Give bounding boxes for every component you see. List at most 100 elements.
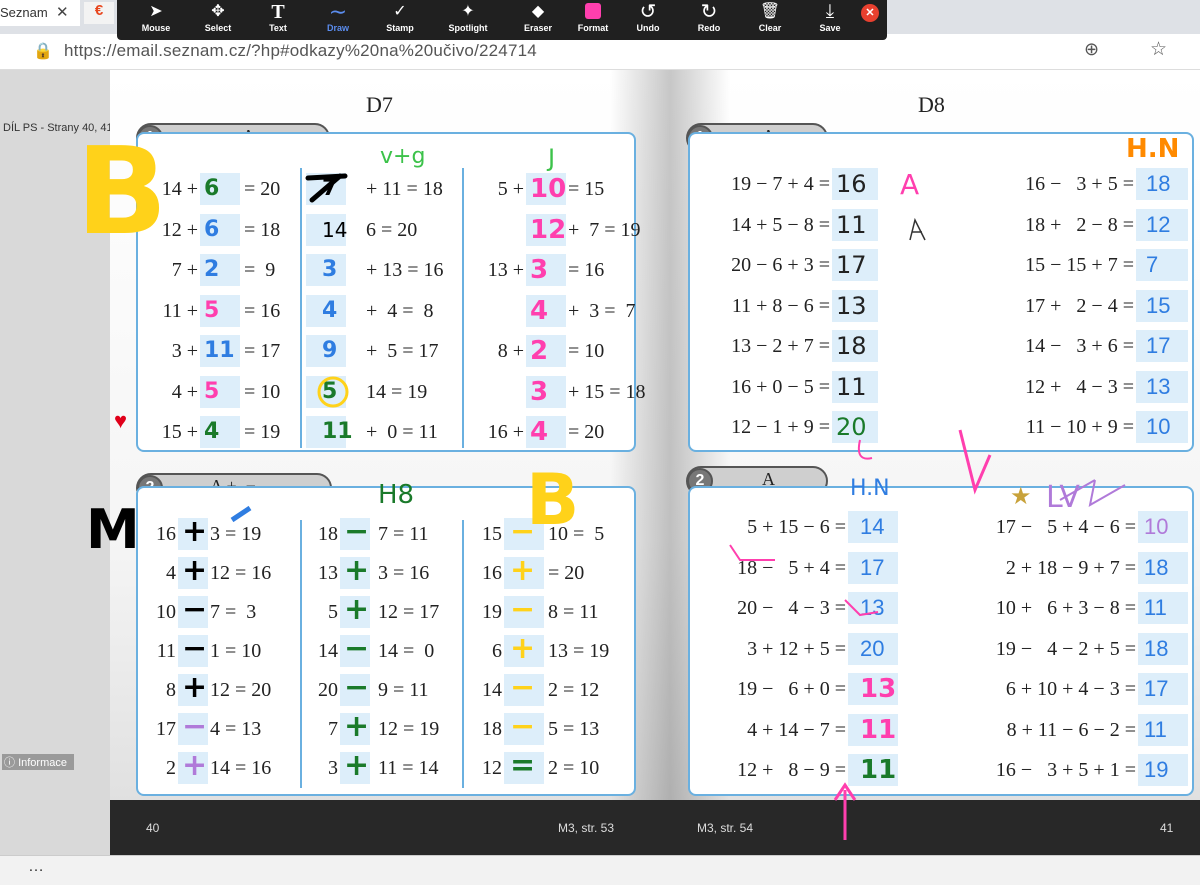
left-page-number: 40 bbox=[146, 821, 160, 835]
handwritten-sign: − bbox=[182, 631, 208, 666]
equation: 19 − 7 + 4 = bbox=[731, 173, 830, 195]
handwritten-answer: 3 bbox=[322, 257, 338, 282]
note-h-n-orange: H.N bbox=[1126, 134, 1180, 164]
equation-end: + 4 = 8 bbox=[366, 299, 434, 322]
typed-answer: 17 bbox=[1144, 676, 1169, 701]
equation: 13 − 2 + 7 = bbox=[731, 335, 830, 357]
equation-end: + 5 = 17 bbox=[366, 340, 439, 362]
equation-start: 15 bbox=[482, 523, 502, 545]
equation-start: 3 + bbox=[171, 340, 198, 362]
handwritten-answer: 2 bbox=[530, 336, 549, 366]
typed-answer: 11 bbox=[1144, 595, 1167, 620]
equation-end: = 9 bbox=[244, 259, 276, 281]
select-tool-button[interactable]: ✥ Select bbox=[187, 0, 249, 40]
left-page-heading: D7 bbox=[366, 92, 393, 117]
handwritten-answer: 3 bbox=[530, 255, 549, 285]
heart-icon: ♥ bbox=[114, 408, 128, 433]
handwritten-answer: 20 bbox=[836, 413, 867, 441]
tab-title: Seznam bbox=[0, 5, 48, 20]
save-button[interactable]: ⤓ Save bbox=[799, 0, 861, 40]
equation-end: 12 = 20 bbox=[210, 679, 272, 701]
equation-end: = 18 bbox=[244, 218, 281, 241]
stamp-tool-button[interactable]: ✓ Stamp bbox=[369, 0, 431, 40]
handwritten-sign: + bbox=[344, 592, 370, 627]
equation-end: 4 = 13 bbox=[210, 718, 262, 740]
column-divider bbox=[300, 168, 302, 448]
spotlight-tool-button[interactable]: ✦ Spotlight bbox=[437, 0, 499, 40]
big-letter-b: B bbox=[76, 123, 168, 262]
second-tab-favicon-icon[interactable]: € bbox=[84, 2, 114, 24]
right-page-reference: M3, str. 54 bbox=[697, 821, 754, 835]
equation-start: 6 bbox=[492, 640, 502, 662]
typed-answer: 15 bbox=[1146, 292, 1171, 318]
equation: 11 + 8 − 6 = bbox=[731, 294, 830, 317]
typed-answer: 13 bbox=[860, 595, 885, 620]
equation-start: 8 bbox=[166, 679, 176, 701]
cursor-icon: ➤ bbox=[149, 3, 163, 20]
equation-end: 3 = 16 bbox=[378, 562, 430, 584]
info-button[interactable]: ⓘ Informace bbox=[2, 754, 74, 770]
toolbar-close-icon[interactable]: ✕ bbox=[861, 4, 879, 22]
equation: 20 − 4 − 3 = bbox=[737, 597, 846, 619]
move-icon: ✥ bbox=[211, 3, 225, 20]
equation-end: 7 = 11 bbox=[378, 523, 429, 545]
draw-tool-button[interactable]: ∼ Draw bbox=[307, 0, 369, 40]
equation: 4 + 14 − 7 = bbox=[747, 718, 846, 741]
handwritten-answer: 6 bbox=[204, 216, 220, 242]
handwritten-answer: 11 bbox=[204, 338, 235, 363]
handwritten-answer: 4 bbox=[530, 417, 549, 447]
browser-tab[interactable]: Seznam ✕ bbox=[0, 0, 80, 26]
equation: 18 + 2 − 8 = bbox=[1025, 213, 1134, 236]
equation-start: 16 bbox=[156, 523, 176, 545]
equation-end: 8 = 11 bbox=[548, 601, 599, 623]
handwritten-answer: 13 bbox=[836, 291, 867, 320]
equation-end: 6 = 20 bbox=[366, 218, 418, 241]
handwritten-sign: + bbox=[182, 514, 208, 549]
eraser-tool-button[interactable]: ◆ Eraser bbox=[507, 0, 569, 40]
page-footer bbox=[110, 800, 1200, 855]
eraser-icon: ◆ bbox=[531, 3, 545, 20]
equation: 19 − 6 + 0 = bbox=[737, 678, 846, 700]
typed-answer: 13 bbox=[1146, 373, 1171, 399]
equation: 12 − 1 + 9 = bbox=[731, 416, 830, 438]
equation: 16 − 3 + 5 + 1 = bbox=[995, 759, 1136, 781]
equation: 18 − 5 + 4 = bbox=[737, 556, 846, 579]
equation: 10 + 6 + 3 − 8 = bbox=[995, 597, 1136, 619]
handwritten-answer: 13 bbox=[860, 674, 897, 704]
clear-button[interactable]: 🗑 Clear bbox=[739, 0, 801, 40]
equation-start: 8 + bbox=[497, 340, 524, 362]
equation-start: 15 + bbox=[161, 421, 198, 443]
answer-field[interactable] bbox=[1136, 249, 1188, 281]
handwritten-answer: 6 bbox=[204, 176, 220, 201]
note-a: A bbox=[900, 168, 920, 201]
equation: 5 + 15 − 6 = bbox=[747, 516, 846, 538]
equation-start: 11 bbox=[156, 640, 176, 662]
equation-end: 11 = 14 bbox=[378, 757, 439, 779]
equation-start: 3 bbox=[328, 757, 338, 779]
typed-answer: 11 bbox=[1144, 716, 1167, 742]
equation: 17 + 2 − 4 = bbox=[1025, 294, 1134, 317]
status-strip bbox=[0, 855, 1200, 885]
spotlight-icon: ✦ bbox=[461, 3, 475, 20]
text-tool-button[interactable]: T Text bbox=[247, 0, 309, 40]
mouse-tool-button[interactable]: ➤ Mouse bbox=[125, 0, 187, 40]
undo-button[interactable]: ↺ Undo bbox=[617, 0, 679, 40]
equation-end: 12 = 17 bbox=[378, 601, 440, 623]
tab-close-icon[interactable]: ✕ bbox=[56, 3, 69, 21]
redo-button[interactable]: ↻ Redo bbox=[678, 0, 740, 40]
more-menu-icon[interactable]: … bbox=[28, 858, 44, 876]
big-letter-m: M bbox=[86, 498, 140, 561]
equation-start: 10 bbox=[156, 601, 176, 623]
zoom-icon[interactable]: ⊕ bbox=[1084, 39, 1099, 60]
url-field[interactable]: https://email.seznam.cz/?hp#odkazy%20na%… bbox=[64, 41, 537, 61]
typed-answer: 10 bbox=[1146, 414, 1171, 439]
equation-end: 7 = 3 bbox=[210, 601, 257, 623]
equation-end: = 20 bbox=[568, 421, 605, 443]
equation: 11 − 10 + 9 = bbox=[1025, 416, 1134, 438]
handwritten-answer: 11 bbox=[322, 419, 353, 444]
equation-end: = 16 bbox=[568, 259, 605, 281]
equation: 17 − 5 + 4 − 6 = bbox=[995, 516, 1136, 538]
bookmark-star-icon[interactable]: ☆ bbox=[1150, 38, 1167, 61]
format-tool-button[interactable]: Format bbox=[562, 0, 624, 40]
equation-end: + 7 = 19 bbox=[568, 218, 641, 241]
